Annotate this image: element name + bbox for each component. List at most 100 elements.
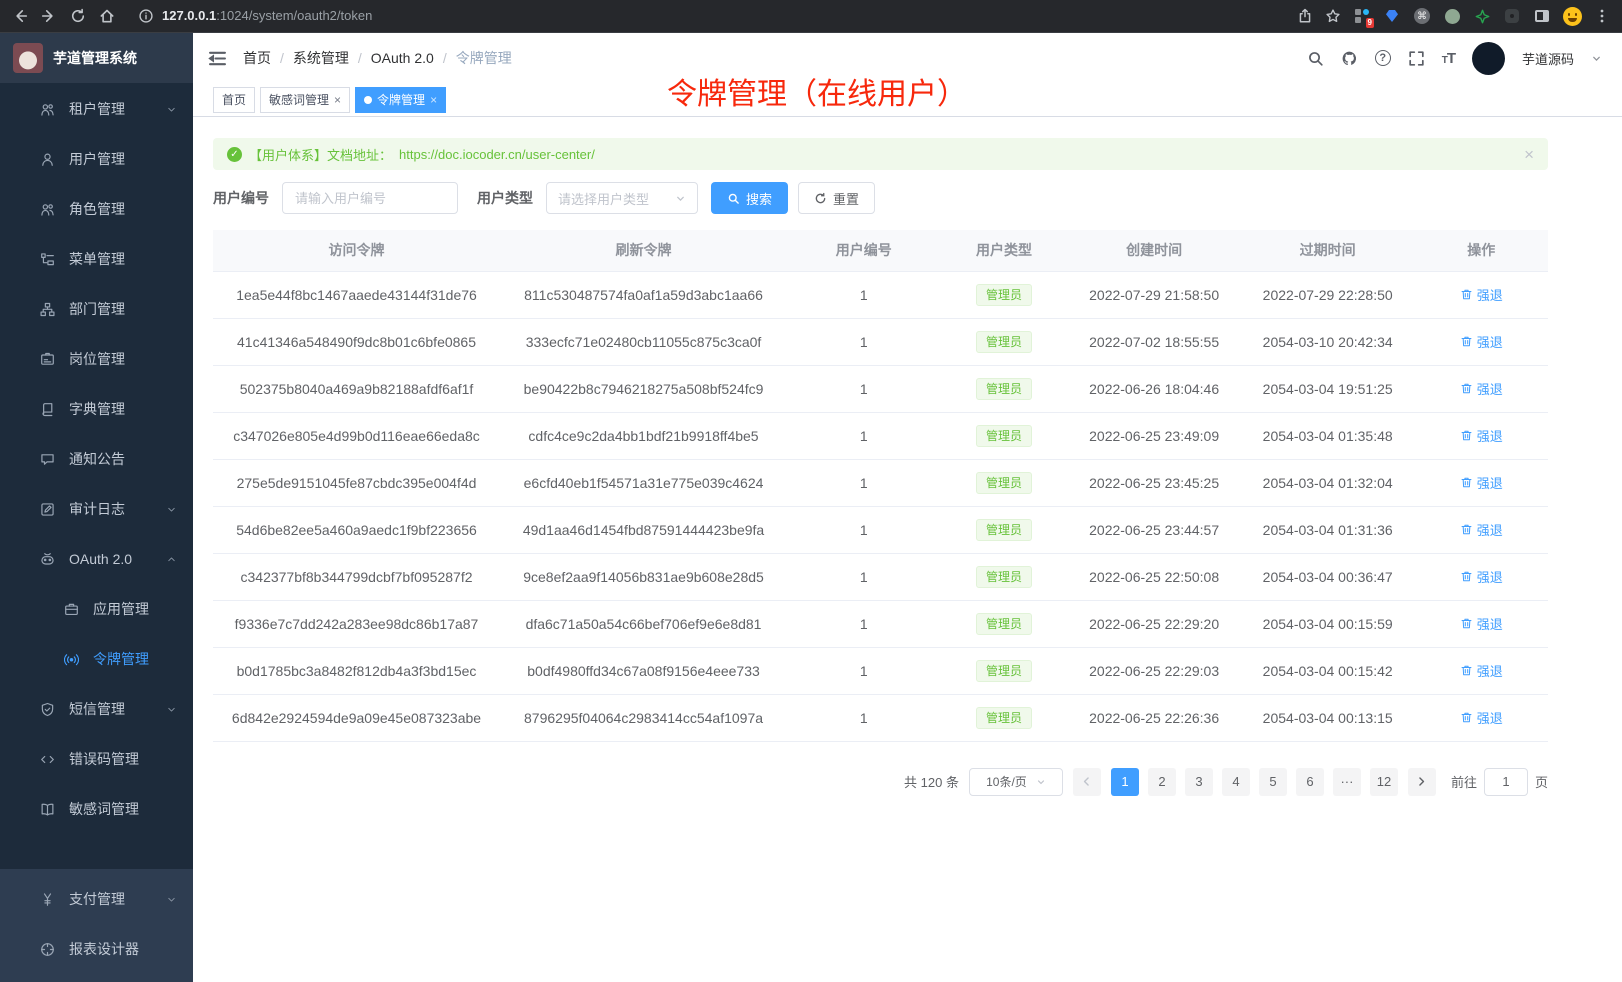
user-name[interactable]: 芋道源码 [1522, 49, 1574, 68]
expire-time-cell: 2054-03-04 00:36:47 [1241, 553, 1415, 600]
created-time-cell: 2022-07-02 18:55:55 [1067, 318, 1241, 365]
force-logout-button[interactable]: 强退 [1460, 473, 1503, 492]
url-host: 127.0.0.1 [162, 8, 216, 23]
tab-令牌管理[interactable]: 令牌管理 × [355, 87, 446, 113]
force-logout-button[interactable]: 强退 [1460, 379, 1503, 398]
breadcrumb-separator: / [443, 50, 447, 66]
extension-icon-star[interactable] [1473, 7, 1491, 25]
sidebar-item-user-management[interactable]: 用户管理 [0, 134, 193, 184]
browser-reload-icon[interactable] [70, 8, 86, 24]
sidebar-item-oauth2[interactable]: OAuth 2.0 [0, 534, 193, 584]
user-id-input[interactable] [282, 182, 458, 214]
sidebar-item-tenant-management[interactable]: 租户管理 [0, 84, 193, 134]
force-logout-button[interactable]: 强退 [1460, 614, 1503, 633]
sidebar-item-label: 用户管理 [69, 149, 125, 169]
sidebar-item-menu-management[interactable]: 菜单管理 [0, 234, 193, 284]
table-row: 502375b8040a469a9b82188afdf6af1fbe90422b… [213, 365, 1548, 412]
sidebar-item-dept-management[interactable]: 部门管理 [0, 284, 193, 334]
tab-label: 令牌管理 [377, 91, 425, 108]
expire-time-cell: 2054-03-04 00:15:42 [1241, 647, 1415, 694]
pager-page-12[interactable]: 12 [1370, 768, 1398, 796]
sidebar-item-audit-log[interactable]: 审计日志 [0, 484, 193, 534]
access-token-cell: 1ea5e44f8bc1467aaede43144f31de76 [213, 271, 500, 318]
alert-close-icon[interactable]: × [1524, 146, 1534, 163]
help-icon[interactable]: ? [1375, 50, 1391, 66]
user-type-select[interactable]: 请选择用户类型 [546, 182, 698, 214]
chevron-down-icon[interactable] [1591, 53, 1602, 64]
reset-button[interactable]: 重置 [798, 182, 875, 214]
expire-time-cell: 2054-03-04 19:51:25 [1241, 365, 1415, 412]
sidebar-item-sms-management[interactable]: 短信管理 [0, 684, 193, 734]
search-icon[interactable] [1307, 50, 1324, 67]
refresh-token-cell: dfa6c71a50a54c66bef706ef9e6e8d81 [500, 600, 787, 647]
expire-time-cell: 2054-03-04 00:13:15 [1241, 694, 1415, 741]
sidebar-item-error-code-management[interactable]: 错误码管理 [0, 734, 193, 784]
sidebar-item-app-management[interactable]: 应用管理 [0, 584, 193, 634]
breadcrumb-item[interactable]: 系统管理 [293, 48, 349, 68]
force-logout-button[interactable]: 强退 [1460, 661, 1503, 680]
browser-menu-icon[interactable] [1594, 8, 1610, 24]
github-icon[interactable] [1341, 50, 1358, 67]
share-icon[interactable] [1297, 8, 1313, 24]
fullscreen-icon[interactable] [1408, 50, 1425, 67]
access-token-cell: 6d842e2924594de9a09e45e087323abe [213, 694, 500, 741]
browser-home-icon[interactable] [99, 8, 115, 24]
sidebar-item-notice-announcement[interactable]: 通知公告 [0, 434, 193, 484]
action-cell: 强退 [1414, 412, 1548, 459]
browser-forward-icon[interactable] [41, 8, 57, 24]
extension-icon-dark[interactable] [1503, 7, 1521, 25]
sidebar-item-post-management[interactable]: 岗位管理 [0, 334, 193, 384]
sidebar-item-role-management[interactable]: 角色管理 [0, 184, 193, 234]
extension-icon-command[interactable]: ⌘ [1413, 7, 1431, 25]
tab-close-icon[interactable]: × [430, 93, 437, 107]
pager-page-3[interactable]: 3 [1185, 768, 1213, 796]
force-logout-button[interactable]: 强退 [1460, 426, 1503, 445]
user-avatar[interactable] [1472, 42, 1505, 75]
goto-page-input[interactable] [1484, 768, 1528, 796]
tab-close-icon[interactable]: × [334, 93, 341, 107]
sidebar-item-token-management[interactable]: 令牌管理 [0, 634, 193, 684]
side-panel-icon[interactable] [1533, 7, 1551, 25]
alert-text: 【用户体系】文档地址： [249, 145, 392, 164]
bookmark-star-icon[interactable] [1325, 8, 1341, 24]
pager-page-6[interactable]: 6 [1296, 768, 1324, 796]
force-logout-button[interactable]: 强退 [1460, 520, 1503, 539]
pager-page-2[interactable]: 2 [1148, 768, 1176, 796]
force-logout-button[interactable]: 强退 [1460, 332, 1503, 351]
pagination: 共 120 条 10条/页 123456···12 前往 页 [213, 768, 1548, 796]
page-size-select[interactable]: 10条/页 [969, 768, 1063, 796]
extension-icon-blocks[interactable]: 9 [1353, 7, 1371, 25]
pager-more-button[interactable]: ··· [1333, 768, 1361, 796]
pager-prev-button[interactable] [1073, 768, 1101, 796]
sidebar-item-sensitive-word-management[interactable]: 敏感词管理 [0, 784, 193, 834]
sidebar-item-dict-management[interactable]: 字典管理 [0, 384, 193, 434]
pager-page-4[interactable]: 4 [1222, 768, 1250, 796]
extension-icon-green-dot[interactable] [1443, 7, 1461, 25]
force-logout-button[interactable]: 强退 [1460, 285, 1503, 304]
sidebar-toggle-icon[interactable] [208, 49, 227, 68]
user-id-cell: 1 [787, 271, 941, 318]
tab-首页[interactable]: 首页 [213, 87, 255, 113]
font-size-icon[interactable]: TT [1442, 50, 1455, 67]
browser-profile-avatar[interactable] [1563, 7, 1582, 26]
access-token-cell: c342377bf8b344799dcbf7bf095287f2 [213, 553, 500, 600]
breadcrumb-item[interactable]: 首页 [243, 48, 271, 68]
pager-next-button[interactable] [1408, 768, 1436, 796]
pager-page-1[interactable]: 1 [1111, 768, 1139, 796]
breadcrumb-item[interactable]: OAuth 2.0 [371, 50, 434, 66]
force-logout-button[interactable]: 强退 [1460, 567, 1503, 586]
address-bar[interactable]: 127.0.0.1:1024/system/oauth2/token [138, 7, 1284, 25]
sidebar-menu-bottom: 支付管理报表设计器 [0, 869, 193, 982]
site-info-icon[interactable] [138, 8, 154, 24]
search-button[interactable]: 搜索 [711, 182, 788, 214]
pager-page-5[interactable]: 5 [1259, 768, 1287, 796]
column-header: 用户类型 [941, 230, 1068, 271]
extension-icon-gem[interactable] [1383, 7, 1401, 25]
sidebar-item-report-designer[interactable]: 报表设计器 [0, 924, 193, 974]
force-logout-button[interactable]: 强退 [1460, 708, 1503, 727]
annotation-text: 令牌管理（在线用户） [667, 69, 967, 113]
browser-back-icon[interactable] [12, 8, 28, 24]
doc-link[interactable]: https://doc.iocoder.cn/user-center/ [399, 147, 595, 162]
tab-敏感词管理[interactable]: 敏感词管理× [260, 87, 350, 113]
sidebar-item-payment-management[interactable]: 支付管理 [0, 874, 193, 924]
